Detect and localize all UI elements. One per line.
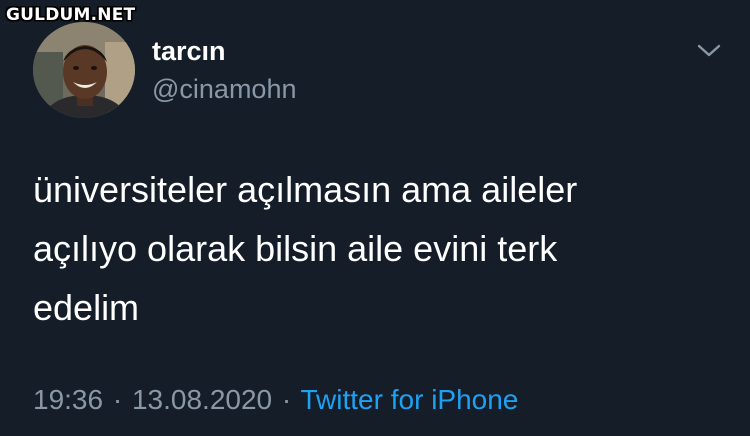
avatar[interactable] [33,22,135,118]
watermark-logo: GULDUM.NET [6,5,136,25]
tweet-metadata: 19:36 · 13.08.2020 · Twitter for iPhone [33,384,518,416]
user-handle[interactable]: @cinamohn [152,74,296,105]
meta-separator: · [281,384,292,415]
display-name[interactable]: tarcın [152,36,226,67]
meta-separator: · [112,384,123,415]
tweet-source-link[interactable]: Twitter for iPhone [301,384,519,415]
tweet-text: üniversiteler açılmasın ama aileler açıl… [33,160,723,337]
tweet-text-line: üniversiteler açılmasın ama aileler [33,169,578,210]
tweet-text-line: açılıyo olarak bilsin aile evini terk [33,228,558,269]
chevron-down-icon[interactable] [695,41,723,61]
tweet-text-line: edelim [33,287,140,328]
tweet-time[interactable]: 19:36 [33,384,103,415]
tweet-date[interactable]: 13.08.2020 [132,384,272,415]
